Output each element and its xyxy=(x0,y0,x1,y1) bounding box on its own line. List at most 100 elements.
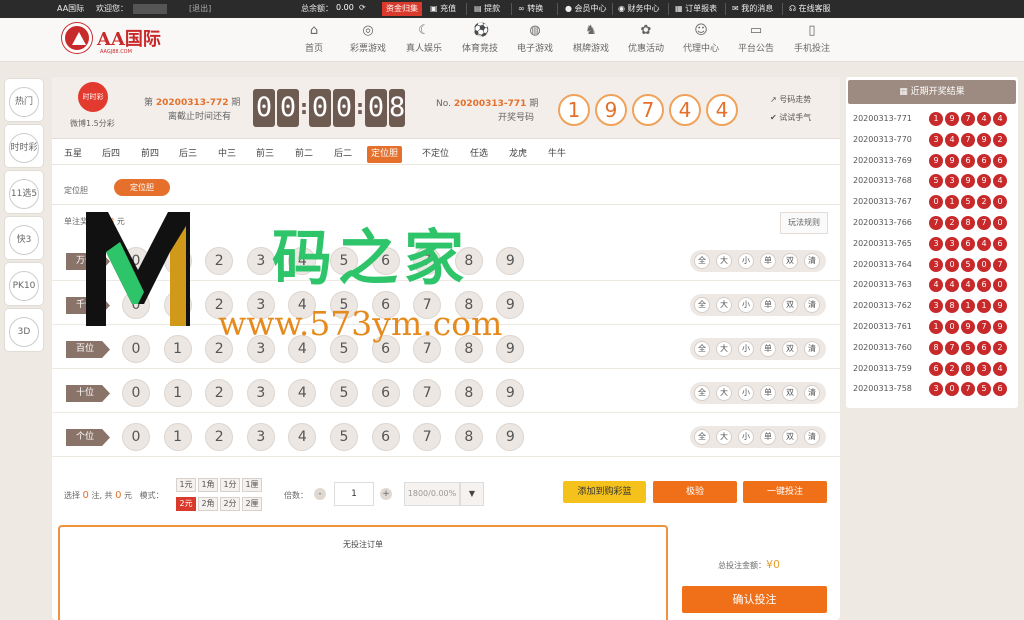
left-menu-11x5[interactable]: 11选5 xyxy=(4,170,44,214)
number-ball[interactable]: 4 xyxy=(288,423,317,451)
order-report-link[interactable]: ▦ 订单报表 xyxy=(675,3,717,14)
number-ball[interactable]: 0 xyxy=(122,335,150,363)
quick-pick-button[interactable]: 大 xyxy=(716,429,732,445)
number-ball[interactable]: 0 xyxy=(122,379,150,407)
number-ball[interactable]: 1 xyxy=(163,379,192,407)
number-ball[interactable]: 5 xyxy=(330,291,358,319)
site-logo[interactable]: AA国际 AAGJ88.COM xyxy=(62,23,172,57)
withdraw-link[interactable]: ▤ 提款 xyxy=(474,3,500,14)
quick-pick-button[interactable]: 双 xyxy=(782,253,798,269)
logout-link[interactable]: [退出] xyxy=(189,3,211,14)
quick-pick-button[interactable]: 小 xyxy=(738,429,754,445)
number-ball[interactable]: 6 xyxy=(371,291,400,319)
rules-button[interactable]: 玩法规则 xyxy=(780,212,828,234)
number-ball[interactable]: 0 xyxy=(122,291,150,319)
quick-pick-button[interactable]: 双 xyxy=(782,429,798,445)
tab-longhu[interactable]: 龙虎 xyxy=(505,146,531,163)
unit-option[interactable]: 1角 xyxy=(198,478,218,492)
quick-pick-button[interactable]: 双 xyxy=(782,385,798,401)
chevron-down-icon[interactable]: ▼ xyxy=(460,482,484,506)
tab-niuniu[interactable]: 牛牛 xyxy=(544,146,570,163)
tab-qiansan[interactable]: 前三 xyxy=(252,146,278,163)
tab-dingweidan[interactable]: 定位胆 xyxy=(367,146,403,163)
quick-pick-button[interactable]: 双 xyxy=(782,341,798,357)
quick-pick-button[interactable]: 清 xyxy=(804,341,820,357)
nav-sports[interactable]: ⚽ 体育竞技 xyxy=(455,24,505,55)
quick-pick-button[interactable]: 大 xyxy=(716,297,732,313)
unit-option[interactable]: 2厘 xyxy=(242,497,262,511)
nav-live-casino[interactable]: ☾ 真人娱乐 xyxy=(399,24,449,55)
tab-budingwei[interactable]: 不定位 xyxy=(418,146,453,163)
number-ball[interactable]: 9 xyxy=(496,423,525,451)
refresh-icon[interactable]: ⟳ xyxy=(359,3,366,12)
quick-pick-button[interactable]: 大 xyxy=(716,341,732,357)
number-ball[interactable]: 3 xyxy=(246,247,275,275)
tab-housi[interactable]: 后四 xyxy=(98,146,124,163)
quick-pick-button[interactable]: 全 xyxy=(694,429,710,445)
nav-chess[interactable]: ♞ 棋牌游戏 xyxy=(566,24,616,55)
tab-renxuan[interactable]: 任选 xyxy=(466,146,492,163)
quick-bet-button[interactable]: 一键投注 xyxy=(743,481,827,503)
number-ball[interactable]: 2 xyxy=(205,423,234,451)
quick-pick-button[interactable]: 清 xyxy=(804,297,820,313)
quick-pick-button[interactable]: 单 xyxy=(760,385,776,401)
quick-pick-button[interactable]: 单 xyxy=(760,297,776,313)
tab-houer[interactable]: 后二 xyxy=(330,146,356,163)
number-ball[interactable]: 8 xyxy=(454,335,483,363)
quick-pick-button[interactable]: 清 xyxy=(804,385,820,401)
nav-announcement[interactable]: ▭ 平台公告 xyxy=(731,24,781,55)
number-ball[interactable]: 8 xyxy=(454,423,483,451)
number-ball[interactable]: 7 xyxy=(413,379,442,407)
left-menu-ssc[interactable]: 时时彩 xyxy=(4,124,44,168)
quick-pick-button[interactable]: 大 xyxy=(716,253,732,269)
member-center-link[interactable]: ● 会员中心 xyxy=(565,3,607,14)
messages-link[interactable]: ✉ 我的消息 xyxy=(732,3,773,14)
number-ball[interactable]: 9 xyxy=(496,379,525,407)
nav-mobile[interactable]: ▯ 手机投注 xyxy=(787,24,837,55)
number-ball[interactable]: 3 xyxy=(246,379,275,407)
quick-pick-button[interactable]: 全 xyxy=(694,385,710,401)
number-ball[interactable]: 2 xyxy=(205,247,234,275)
number-ball[interactable]: 7 xyxy=(413,291,442,319)
number-ball[interactable]: 7 xyxy=(413,335,442,363)
number-ball[interactable]: 4 xyxy=(288,379,317,407)
number-ball[interactable]: 3 xyxy=(246,335,275,363)
unit-option[interactable]: 1元 xyxy=(176,478,196,492)
number-ball[interactable]: 9 xyxy=(496,335,525,363)
quick-pick-button[interactable]: 小 xyxy=(738,341,754,357)
number-ball[interactable]: 8 xyxy=(454,379,483,407)
unit-option-active[interactable]: 2元 xyxy=(176,497,196,511)
number-ball[interactable]: 6 xyxy=(371,247,400,275)
tab-wuxing[interactable]: 五星 xyxy=(60,146,86,163)
number-ball[interactable]: 1 xyxy=(163,247,192,275)
quick-pick-button[interactable]: 小 xyxy=(738,253,754,269)
number-ball[interactable]: 4 xyxy=(288,291,317,319)
number-ball[interactable]: 3 xyxy=(246,423,275,451)
nav-agent[interactable]: ☺ 代理中心 xyxy=(676,24,726,55)
trial-link[interactable]: ✔ 试试手气 xyxy=(770,112,811,123)
nav-electronic[interactable]: ◍ 电子游戏 xyxy=(510,24,560,55)
number-ball[interactable]: 6 xyxy=(371,379,400,407)
number-ball[interactable]: 2 xyxy=(205,291,234,319)
transfer-link[interactable]: ∞ 转换 xyxy=(518,3,543,14)
verify-button[interactable]: 极验 xyxy=(653,481,737,503)
unit-option[interactable]: 1厘 xyxy=(242,478,262,492)
quick-pick-button[interactable]: 单 xyxy=(760,253,776,269)
number-ball[interactable]: 1 xyxy=(163,291,192,319)
number-ball[interactable]: 8 xyxy=(454,291,483,319)
quick-pick-button[interactable]: 单 xyxy=(760,341,776,357)
number-ball[interactable]: 1 xyxy=(163,423,192,451)
quick-pick-button[interactable]: 单 xyxy=(760,429,776,445)
quick-pick-button[interactable]: 双 xyxy=(782,297,798,313)
number-ball[interactable]: 2 xyxy=(205,379,234,407)
number-ball[interactable]: 5 xyxy=(330,423,358,451)
number-ball[interactable]: 9 xyxy=(496,291,525,319)
number-ball[interactable]: 7 xyxy=(413,423,442,451)
trend-link[interactable]: ↗ 号码走势 xyxy=(770,94,811,105)
number-ball[interactable]: 0 xyxy=(122,247,150,275)
left-menu-pk10[interactable]: PK10 xyxy=(4,262,44,306)
number-ball[interactable]: 4 xyxy=(288,247,317,275)
quick-pick-button[interactable]: 大 xyxy=(716,385,732,401)
number-ball[interactable]: 5 xyxy=(330,379,358,407)
multiplier-input[interactable]: 1 xyxy=(334,482,374,506)
